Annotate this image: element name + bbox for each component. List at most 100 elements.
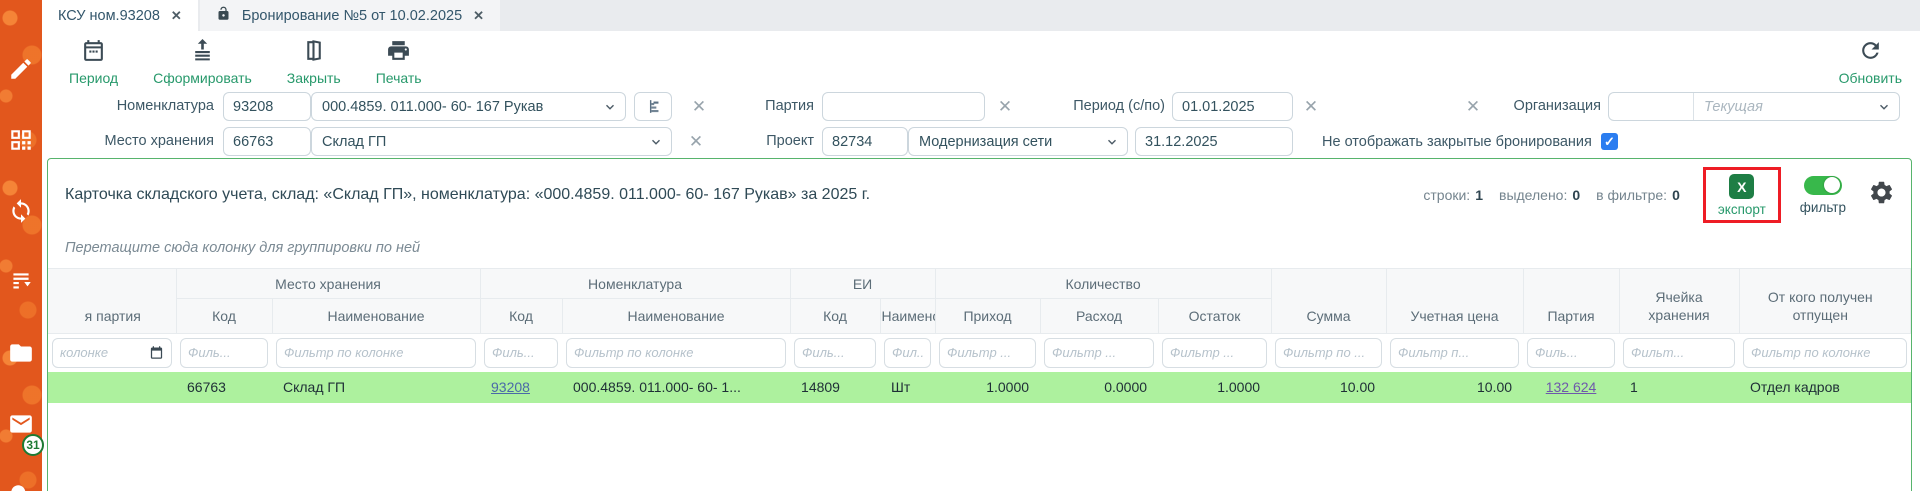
organization-select[interactable]: Текущая <box>1608 92 1900 121</box>
filter-input-expense[interactable]: Фильтр ... <box>1044 338 1154 368</box>
subheader-income[interactable]: Приход <box>935 299 1040 334</box>
storage-select[interactable]: Склад ГП <box>311 127 672 156</box>
clear-period-icon[interactable]: ✕ <box>1300 92 1322 121</box>
search-icon[interactable] <box>8 482 34 491</box>
column-header-sum[interactable]: Сумма <box>1271 269 1386 334</box>
subheader-nom-code[interactable]: Код <box>480 299 562 334</box>
chevron-down-icon <box>603 100 617 114</box>
in-filter-count: в фильтре:0 <box>1596 187 1680 203</box>
lock-open-icon <box>216 6 231 25</box>
subheader-rest[interactable]: Остаток <box>1158 299 1271 334</box>
nomenclature-code-input[interactable] <box>223 92 311 121</box>
hierarchy-button[interactable] <box>634 92 672 121</box>
clear-party-icon[interactable]: ✕ <box>994 92 1016 121</box>
panel-title: Карточка складского учета, склад: «Склад… <box>65 186 1423 204</box>
subheader-storage-code[interactable]: Код <box>176 299 272 334</box>
group-header-quantity[interactable]: Количество <box>935 269 1271 299</box>
filter-toggle[interactable]: фильтр <box>1800 176 1846 215</box>
export-label: экспорт <box>1718 202 1766 217</box>
clear-nomenclature-icon[interactable]: ✕ <box>688 92 710 121</box>
filter-input-rest[interactable]: Фильтр ... <box>1162 338 1267 368</box>
tab-booking[interactable]: Бронирование №5 от 10.02.2025 ✕ <box>200 0 500 31</box>
clear-extra-icon[interactable]: ✕ <box>1462 92 1484 121</box>
filter-input-nom-code[interactable]: Филь... <box>484 338 558 368</box>
sync-icon[interactable] <box>8 198 34 229</box>
refresh-button[interactable]: Обновить <box>1839 38 1902 86</box>
filter-input-income[interactable]: Фильтр ... <box>939 338 1036 368</box>
close-button[interactable]: Закрыть <box>287 38 341 86</box>
period-from-input[interactable] <box>1172 92 1293 121</box>
annotation-highlight-box: X экспорт <box>1703 167 1781 223</box>
group-header-storage[interactable]: Место хранения <box>176 269 480 299</box>
report-download-icon[interactable] <box>8 269 34 300</box>
column-header-batch[interactable]: Партия <box>1523 269 1619 334</box>
filter-input-price[interactable]: Фильтр п... <box>1390 338 1519 368</box>
filter-toggle-label: фильтр <box>1800 200 1846 215</box>
tree-icon <box>645 98 662 115</box>
generate-icon <box>190 38 215 68</box>
period-range-label: Период (с/по) <box>1032 92 1165 121</box>
qr-code-icon[interactable] <box>8 127 34 158</box>
column-header-party-cut[interactable]: я партия <box>48 269 176 334</box>
table-row[interactable]: 66763 Склад ГП 93208 000.4859. 011.000- … <box>48 372 1911 403</box>
filter-input-from-whom[interactable]: Фильтр по колонке <box>1743 338 1906 368</box>
tab-label: Бронирование №5 от 10.02.2025 <box>242 8 462 24</box>
storage-code-input[interactable] <box>223 127 311 156</box>
column-header-storage-cell[interactable]: Ячейкахранения <box>1619 269 1739 334</box>
filter-input-storage-name[interactable]: Фильтр по колонке <box>276 338 476 368</box>
period-to-input[interactable] <box>1135 127 1293 156</box>
cell-sum: 10.00 <box>1271 372 1386 403</box>
period-button[interactable]: Период <box>69 38 118 86</box>
generate-label: Сформировать <box>153 70 252 86</box>
settings-button[interactable] <box>1868 179 1895 211</box>
print-label: Печать <box>376 70 422 86</box>
filter-input-sum[interactable]: Фильтр по ... <box>1275 338 1382 368</box>
project-code-input[interactable] <box>822 127 908 156</box>
tab-stock-card[interactable]: КСУ ном.93208 ✕ <box>42 0 198 31</box>
subheader-unit-name[interactable]: Наимено <box>880 299 935 334</box>
mail-icon[interactable]: 31 <box>8 411 34 442</box>
left-sidebar: 31 <box>0 0 42 491</box>
filter-input-nom-name[interactable]: Фильтр по колонке <box>566 338 786 368</box>
edit-icon[interactable] <box>8 56 34 87</box>
close-icon[interactable]: ✕ <box>473 8 484 24</box>
batch-link[interactable]: 132 624 <box>1546 379 1597 395</box>
toggle-on-icon[interactable] <box>1804 176 1842 195</box>
filter-input-unit-code[interactable]: Филь... <box>794 338 876 368</box>
subheader-unit-code[interactable]: Код <box>790 299 880 334</box>
organization-code-input[interactable] <box>1609 93 1694 120</box>
storage-label: Место хранения <box>42 127 214 156</box>
generate-button[interactable]: Сформировать <box>153 38 252 86</box>
nomenclature-link[interactable]: 93208 <box>491 379 530 395</box>
print-button[interactable]: Печать <box>376 38 422 86</box>
cell-income: 1.0000 <box>935 372 1040 403</box>
filter-input-cell[interactable]: Фильт... <box>1623 338 1735 368</box>
column-header-price[interactable]: Учетная цена <box>1386 269 1523 334</box>
export-button[interactable]: X экспорт <box>1718 174 1766 217</box>
group-header-unit[interactable]: ЕИ <box>790 269 935 299</box>
clear-storage-icon[interactable]: ✕ <box>685 127 707 156</box>
filter-input-unit-name[interactable]: Фил... <box>884 338 931 368</box>
group-header-nomenclature[interactable]: Номенклатура <box>480 269 790 299</box>
filter-input-storage-code[interactable]: Филь... <box>180 338 268 368</box>
filter-input-batch[interactable]: Филь... <box>1527 338 1615 368</box>
panel-header: Карточка складского учета, склад: «Склад… <box>48 159 1911 223</box>
subheader-nom-name[interactable]: Наименование <box>562 299 790 334</box>
cell-party <box>48 372 176 403</box>
refresh-icon <box>1858 38 1883 68</box>
subheader-storage-name[interactable]: Наименование <box>272 299 480 334</box>
folder-icon[interactable] <box>8 340 34 371</box>
hide-closed-bookings[interactable]: Не отображать закрытые бронирования ✓ <box>1322 127 1618 156</box>
filter-input-party[interactable]: колонке <box>52 338 172 368</box>
nomenclature-select[interactable]: 000.4859. 011.000- 60- 167 Рукав <box>311 92 626 121</box>
column-header-from-whom[interactable]: От кого полученотпущен <box>1739 269 1910 334</box>
checkbox-checked[interactable]: ✓ <box>1601 133 1618 150</box>
party-input[interactable] <box>822 92 985 121</box>
cell-nom-code: 93208 <box>480 372 562 403</box>
stock-card-table: я партия Место хранения Номенклатура ЕИ … <box>48 268 1911 403</box>
project-select[interactable]: Модернизация сети <box>908 127 1128 156</box>
cell-rest: 1.0000 <box>1158 372 1271 403</box>
close-icon[interactable]: ✕ <box>171 8 182 24</box>
subheader-expense[interactable]: Расход <box>1040 299 1158 334</box>
chevron-down-icon <box>1877 100 1891 114</box>
